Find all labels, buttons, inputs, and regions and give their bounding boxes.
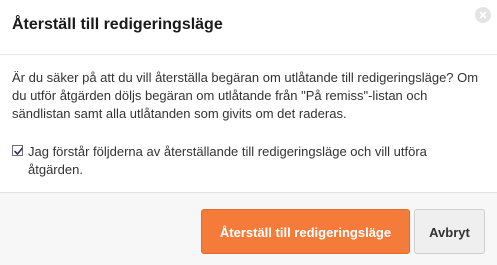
dialog-title: Återställ till redigeringsläge — [12, 16, 223, 33]
confirm-checkbox[interactable] — [12, 145, 23, 156]
confirm-label[interactable]: Jag förstår följderna av återställande t… — [12, 143, 484, 179]
dialog-footer: Återställ till redigeringsläge Avbryt — [0, 192, 497, 265]
close-icon — [479, 11, 487, 19]
dialog-message: Är du säker på att du vill återställa be… — [12, 70, 479, 121]
restore-button[interactable]: Återställ till redigeringsläge — [201, 209, 410, 254]
close-button[interactable] — [475, 7, 491, 23]
cancel-button[interactable]: Avbryt — [414, 209, 485, 254]
confirm-row: Jag förstår följderna av återställande t… — [12, 143, 484, 179]
dialog-header: Återställ till redigeringsläge — [0, 0, 497, 55]
dialog-body: Är du säker på att du vill återställa be… — [12, 69, 484, 123]
checkmark-icon — [14, 147, 23, 155]
restore-dialog: Återställ till redigeringsläge Är du säk… — [0, 0, 497, 265]
